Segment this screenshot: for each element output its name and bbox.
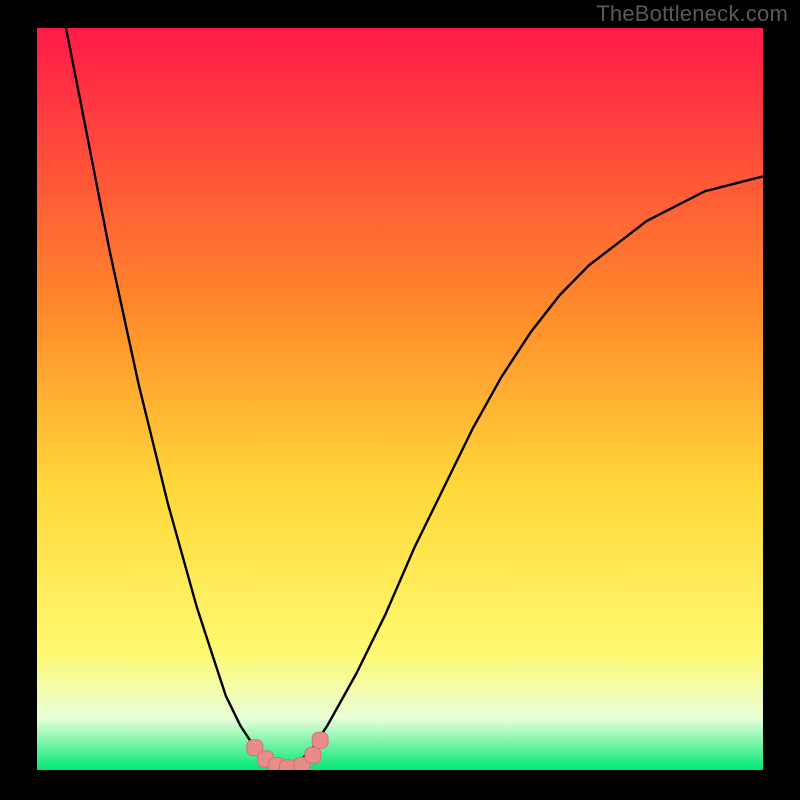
- watermark-text: TheBottleneck.com: [596, 1, 788, 27]
- highlight-marker: [280, 760, 296, 770]
- highlight-marker: [305, 747, 321, 763]
- chart-svg: [37, 28, 763, 770]
- chart-frame: TheBottleneck.com: [0, 0, 800, 800]
- bottleneck-chart: [37, 28, 763, 770]
- highlight-marker: [312, 732, 328, 748]
- gradient-background: [37, 28, 763, 770]
